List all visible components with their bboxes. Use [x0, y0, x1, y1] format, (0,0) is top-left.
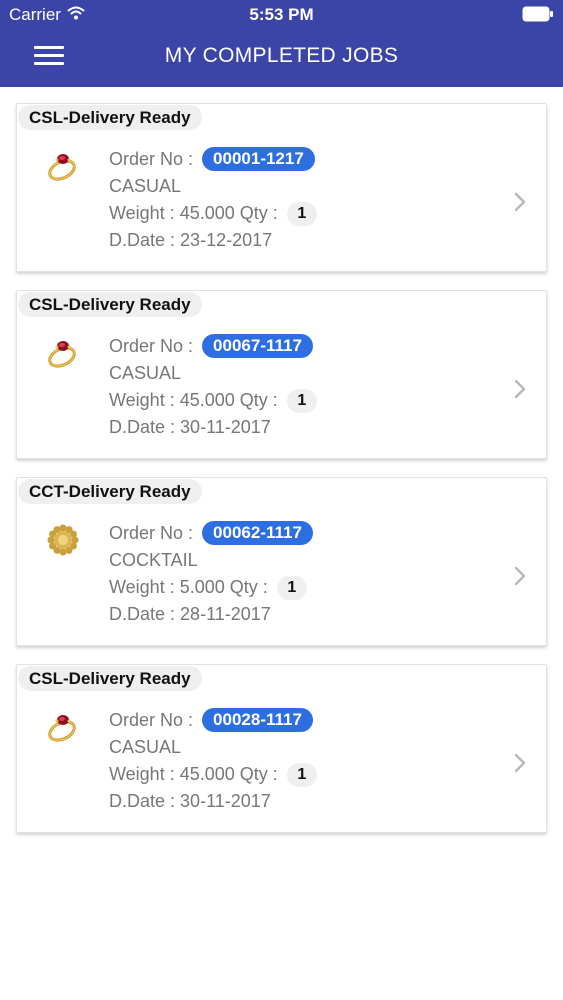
order-no-label: Order No :	[109, 523, 194, 543]
order-number-badge: 00067-1117	[202, 334, 313, 358]
chevron-right-icon[interactable]	[514, 753, 526, 773]
ruby-ring-icon	[45, 335, 81, 371]
job-card[interactable]: CCT-Delivery Ready Order No : 00062-1117…	[16, 477, 547, 646]
category-label: CASUAL	[109, 176, 182, 196]
order-number-badge: 00028-1117	[202, 708, 313, 732]
job-card[interactable]: CSL-Delivery Ready Order No : 00028-1117…	[16, 664, 547, 833]
chevron-right-icon[interactable]	[514, 379, 526, 399]
order-row: Order No : 00062-1117	[109, 520, 313, 547]
category-label: CASUAL	[109, 737, 182, 757]
chevron-right-icon[interactable]	[514, 192, 526, 212]
weight-label: Weight :	[109, 203, 175, 223]
battery-icon	[522, 6, 553, 22]
weight-value: 5.000	[179, 577, 225, 597]
weight-label: Weight :	[109, 764, 175, 784]
order-row: Order No : 00001-1217	[109, 146, 317, 173]
date-value: 30-11-2017	[180, 417, 271, 437]
date-label: D.Date :	[109, 417, 176, 437]
weight-value: 45.000	[179, 764, 235, 784]
weight-qty-row: Weight : 45.000 Qty : 1	[109, 761, 317, 788]
job-card[interactable]: CSL-Delivery Ready Order No : 00001-1217…	[16, 103, 547, 272]
date-value: 30-11-2017	[180, 791, 271, 811]
jobs-list: CSL-Delivery Ready Order No : 00001-1217…	[16, 103, 547, 851]
order-no-label: Order No :	[109, 710, 194, 730]
job-details: Order No : 00028-1117 CASUAL Weight : 45…	[109, 707, 317, 815]
date-row: D.Date : 28-11-2017	[109, 601, 313, 628]
date-label: D.Date :	[109, 791, 176, 811]
qty-label: Qty :	[239, 390, 278, 410]
job-details: Order No : 00067-1117 CASUAL Weight : 45…	[109, 333, 317, 441]
qty-label: Qty :	[239, 203, 278, 223]
date-row: D.Date : 30-11-2017	[109, 788, 317, 815]
weight-label: Weight :	[109, 577, 175, 597]
date-row: D.Date : 30-11-2017	[109, 414, 317, 441]
qty-badge: 1	[286, 389, 317, 413]
qty-badge: 1	[286, 202, 317, 226]
order-no-label: Order No :	[109, 336, 194, 356]
order-number-badge: 00062-1117	[202, 521, 313, 545]
qty-label: Qty :	[229, 577, 268, 597]
job-details: Order No : 00001-1217 CASUAL Weight : 45…	[109, 146, 317, 254]
chevron-right-icon[interactable]	[514, 566, 526, 586]
date-value: 28-11-2017	[180, 604, 271, 624]
status-time: 5:53 PM	[249, 5, 314, 24]
date-label: D.Date :	[109, 230, 176, 250]
job-status-chip: CSL-Delivery Ready	[18, 105, 202, 130]
date-label: D.Date :	[109, 604, 176, 624]
job-status-chip: CSL-Delivery Ready	[18, 292, 202, 317]
weight-qty-row: Weight : 5.000 Qty : 1	[109, 574, 313, 601]
date-row: D.Date : 23-12-2017	[109, 227, 317, 254]
status-bar: Carrier 5:53 PM	[0, 0, 563, 30]
weight-label: Weight :	[109, 390, 175, 410]
qty-badge: 1	[286, 763, 317, 787]
order-no-label: Order No :	[109, 149, 194, 169]
ruby-ring-icon	[45, 709, 81, 745]
job-details: Order No : 00062-1117 COCKTAIL Weight : …	[109, 520, 313, 628]
page-title: MY COMPLETED JOBS	[164, 44, 399, 67]
ruby-ring-icon	[45, 148, 81, 184]
cocktail-ring-icon	[45, 522, 81, 558]
order-row: Order No : 00067-1117	[109, 333, 317, 360]
weight-value: 45.000	[179, 203, 235, 223]
job-status-chip: CSL-Delivery Ready	[18, 666, 202, 691]
date-value: 23-12-2017	[180, 230, 273, 250]
order-row: Order No : 00028-1117	[109, 707, 317, 734]
weight-qty-row: Weight : 45.000 Qty : 1	[109, 387, 317, 414]
weight-value: 45.000	[179, 390, 235, 410]
order-number-badge: 00001-1217	[202, 147, 315, 171]
qty-label: Qty :	[239, 764, 278, 784]
weight-qty-row: Weight : 45.000 Qty : 1	[109, 200, 317, 227]
job-card[interactable]: CSL-Delivery Ready Order No : 00067-1117…	[16, 290, 547, 459]
category-label: CASUAL	[109, 363, 182, 383]
job-status-chip: CCT-Delivery Ready	[18, 479, 202, 504]
category-label: COCKTAIL	[109, 550, 198, 570]
qty-badge: 1	[276, 576, 307, 600]
app-header: Carrier 5:53 PM MY COMPLETED JOBS	[0, 0, 563, 87]
